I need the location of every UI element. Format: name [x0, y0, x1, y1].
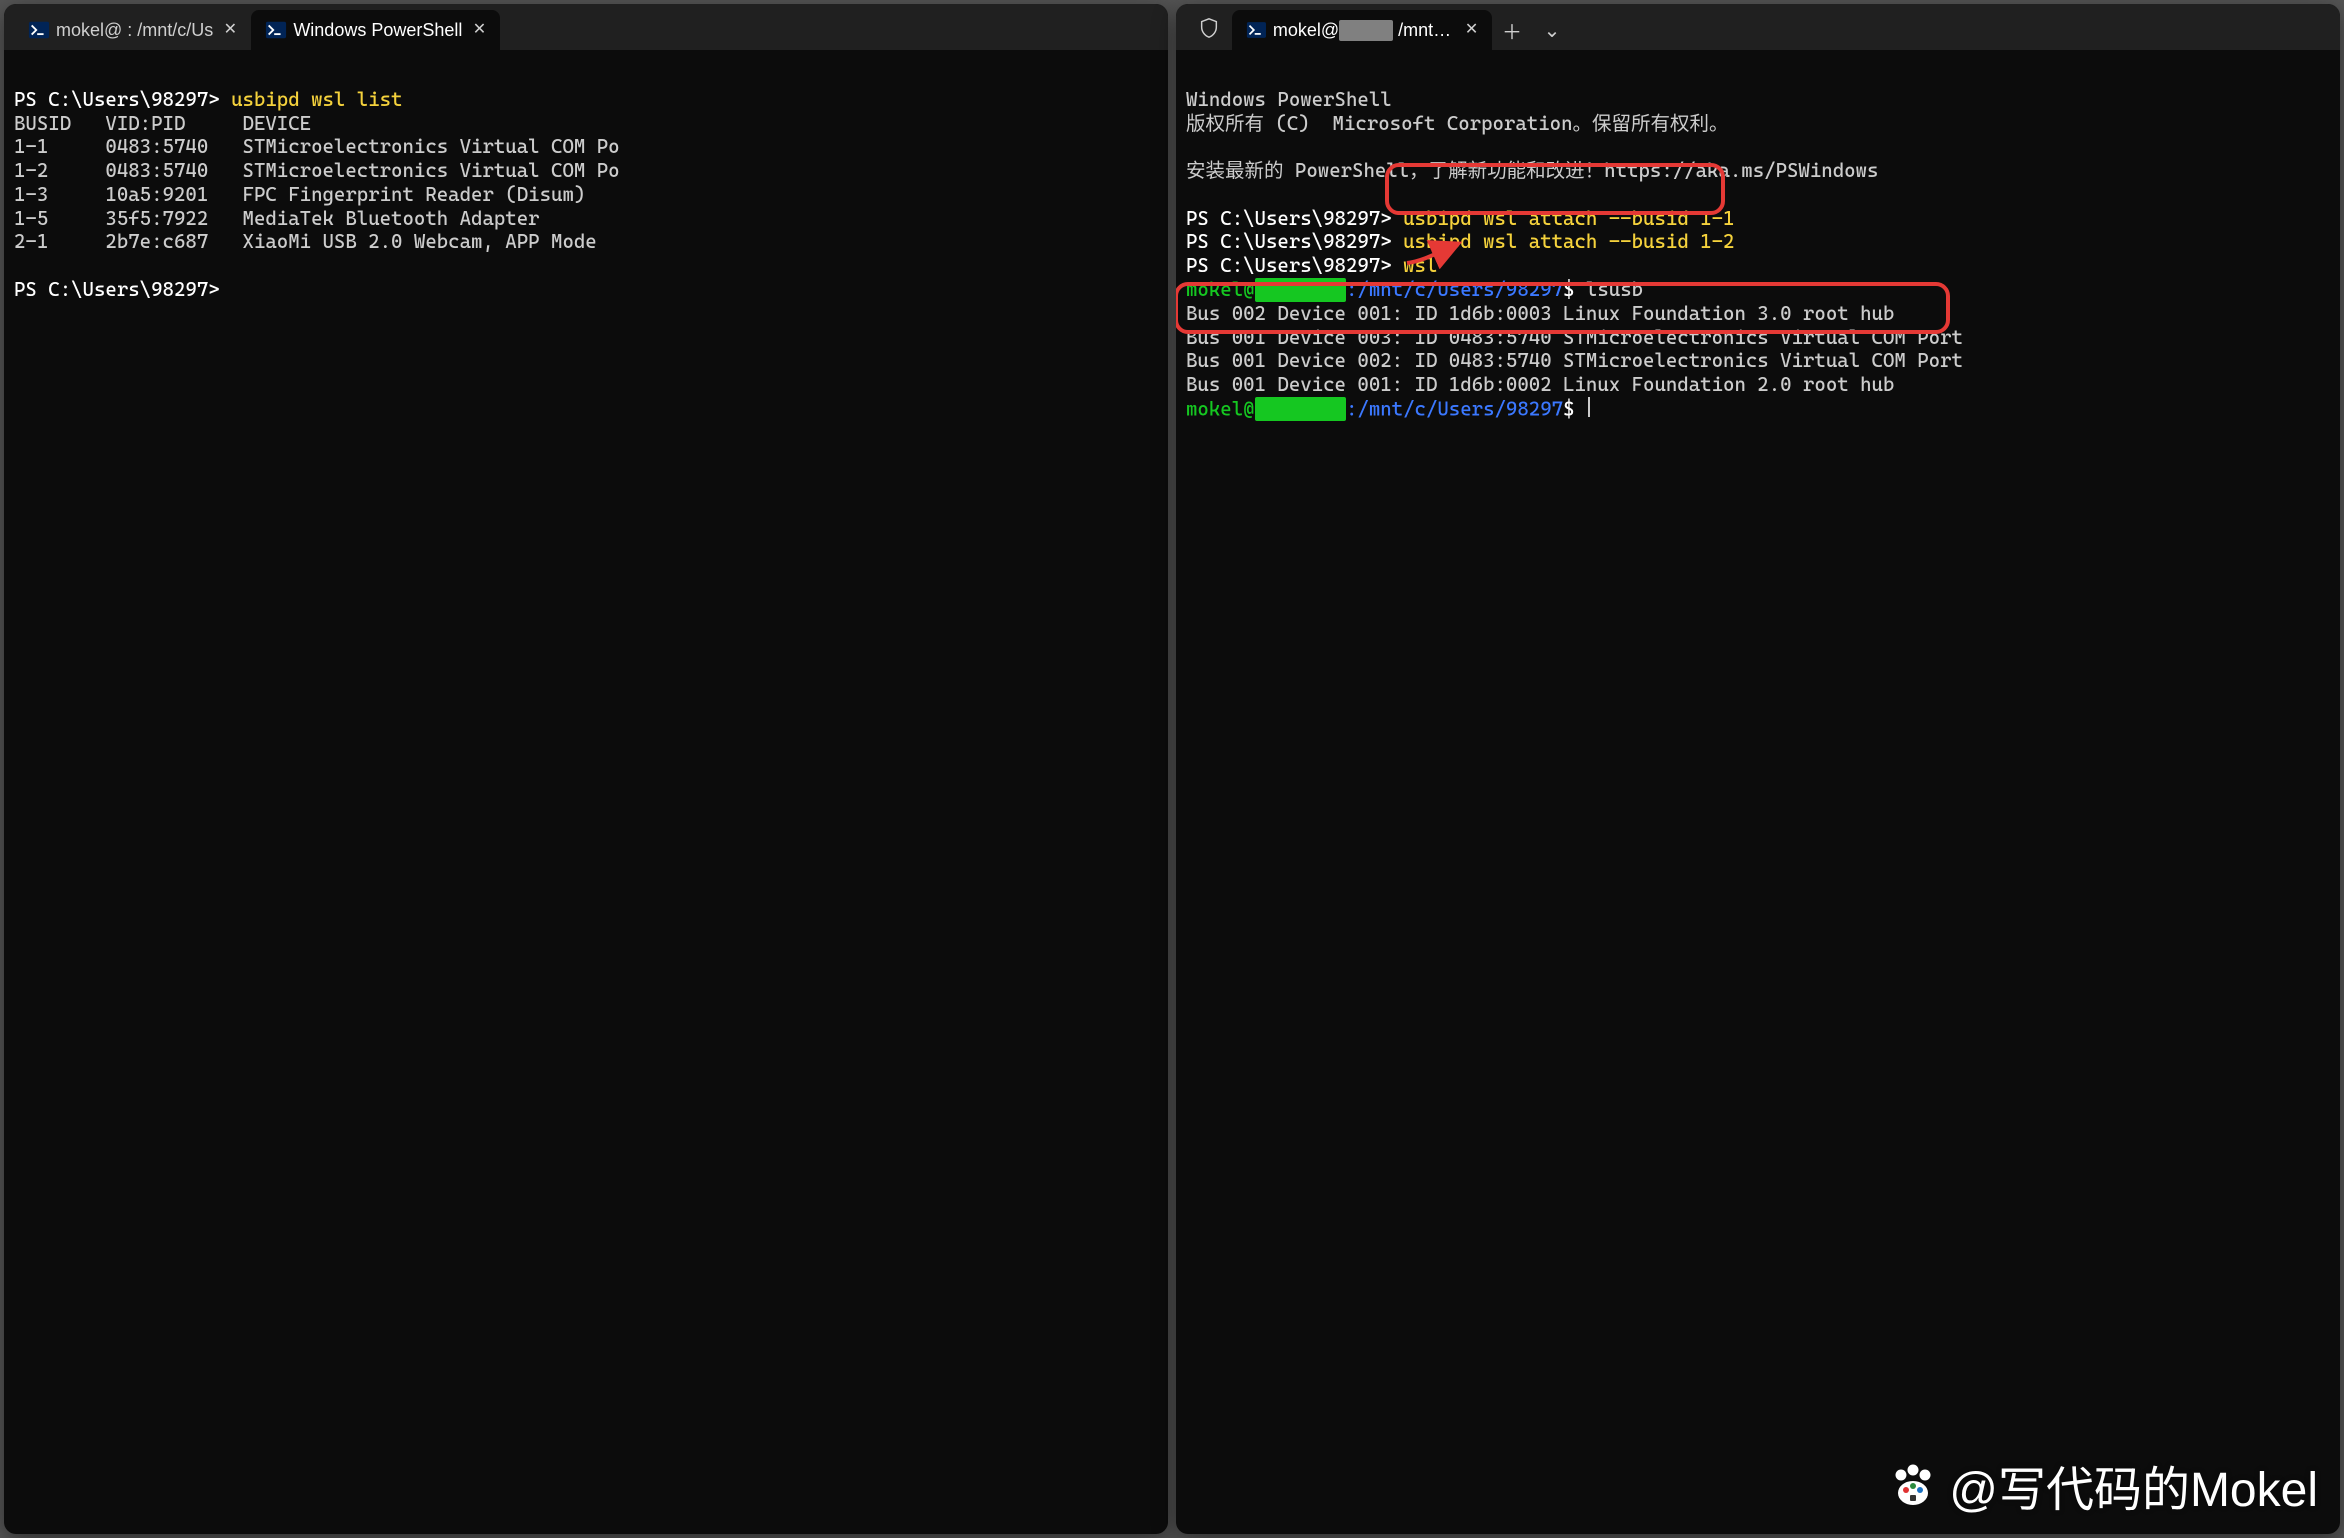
- shield-icon: [1198, 17, 1220, 44]
- tab-bar-left: mokel@ : /mnt/c/Us ✕ Windows PowerShell …: [4, 4, 1168, 50]
- terminal-body-left[interactable]: PS C:\Users\98297> usbipd wsl list BUSID…: [4, 50, 1168, 1534]
- wsl-user: mokel@: [1186, 278, 1255, 301]
- table-header: BUSID VID:PID DEVICE: [14, 112, 311, 135]
- close-icon[interactable]: ✕: [468, 19, 490, 41]
- lsusb-row: Bus 001 Device 002: ID 0483:5740 STMicro…: [1186, 349, 1963, 372]
- table-row: 1-2 0483:5740 STMicroelectronics Virtual…: [14, 159, 620, 182]
- table-row: 1-1 0483:5740 STMicroelectronics Virtual…: [14, 135, 620, 158]
- terminal-cursor: [1588, 397, 1590, 417]
- command-text: usbipd wsl list: [231, 88, 402, 111]
- lsusb-row: Bus 001 Device 001: ID 1d6b:0002 Linux F…: [1186, 373, 1894, 396]
- ps-prompt: PS C:\Users\98297>: [1186, 254, 1403, 277]
- tab-wsl-right[interactable]: mokel@xxxxxx /mnt/c/U ✕: [1232, 10, 1492, 50]
- lsusb-row: Bus 001 Device 003: ID 0483:5740 STMicro…: [1186, 326, 1963, 349]
- tab-label: mokel@xxxxxx /mnt/c/U: [1273, 20, 1455, 41]
- lsusb-row: Bus 002 Device 001: ID 1d6b:0003 Linux F…: [1186, 302, 1894, 325]
- terminal-window-left: mokel@ : /mnt/c/Us ✕ Windows PowerShell …: [4, 4, 1168, 1534]
- tab-label: Windows PowerShell: [293, 20, 462, 41]
- powershell-icon: [1246, 19, 1267, 41]
- censored-host: xxxxxxxx: [1255, 278, 1346, 302]
- table-row: 1-5 35f5:7922 MediaTek Bluetooth Adapter: [14, 207, 540, 230]
- ps-banner: Windows PowerShell: [1186, 88, 1392, 111]
- powershell-icon: [265, 19, 287, 41]
- command-text: usbipd wsl attach --busid 1-2: [1403, 230, 1734, 253]
- table-row: 1-3 10a5:9201 FPC Fingerprint Reader (Di…: [14, 183, 585, 206]
- ps-banner: 版权所有 (C) Microsoft Corporation。保留所有权利。: [1186, 112, 1729, 135]
- command-text: lsusb: [1586, 278, 1643, 301]
- censored-host: xxxxxxxx: [1255, 397, 1346, 421]
- tab-bar-right: mokel@xxxxxx /mnt/c/U ✕ ＋ ⌄: [1176, 4, 2340, 50]
- tab-dropdown-button[interactable]: ⌄: [1532, 10, 1572, 50]
- ps-prompt: PS C:\Users\98297>: [1186, 230, 1403, 253]
- command-text: usbipd wsl attach --busid 1-1: [1403, 207, 1734, 230]
- new-tab-button[interactable]: ＋: [1492, 10, 1532, 50]
- tab-wsl-left[interactable]: mokel@ : /mnt/c/Us ✕: [14, 10, 251, 50]
- wsl-dollar: $: [1563, 397, 1586, 420]
- ps-prompt: PS C:\Users\98297>: [1186, 207, 1403, 230]
- terminal-window-right: mokel@xxxxxx /mnt/c/U ✕ ＋ ⌄ Windows Powe…: [1176, 4, 2340, 1534]
- wsl-user: mokel@: [1186, 397, 1255, 420]
- wsl-dollar: $: [1563, 278, 1586, 301]
- command-text: wsl: [1403, 254, 1437, 277]
- ps-prompt: PS C:\Users\98297>: [14, 278, 220, 301]
- powershell-icon: [28, 19, 50, 41]
- tab-powershell-left[interactable]: Windows PowerShell ✕: [251, 10, 500, 50]
- tab-shield-right[interactable]: [1186, 10, 1232, 50]
- terminal-body-right[interactable]: Windows PowerShell 版权所有 (C) Microsoft Co…: [1176, 50, 2340, 1534]
- tab-label: mokel@ : /mnt/c/Us: [56, 20, 213, 41]
- wsl-path: :/mnt/c/Users/98297: [1346, 397, 1563, 420]
- table-row: 2-1 2b7e:c687 XiaoMi USB 2.0 Webcam, APP…: [14, 230, 597, 253]
- ps-banner: 安装最新的 PowerShell，了解新功能和改进！https://aka.ms…: [1186, 159, 1878, 182]
- close-icon[interactable]: ✕: [1461, 19, 1482, 41]
- close-icon[interactable]: ✕: [219, 19, 241, 41]
- wsl-path: :/mnt/c/Users/98297: [1346, 278, 1563, 301]
- ps-prompt: PS C:\Users\98297>: [14, 88, 231, 111]
